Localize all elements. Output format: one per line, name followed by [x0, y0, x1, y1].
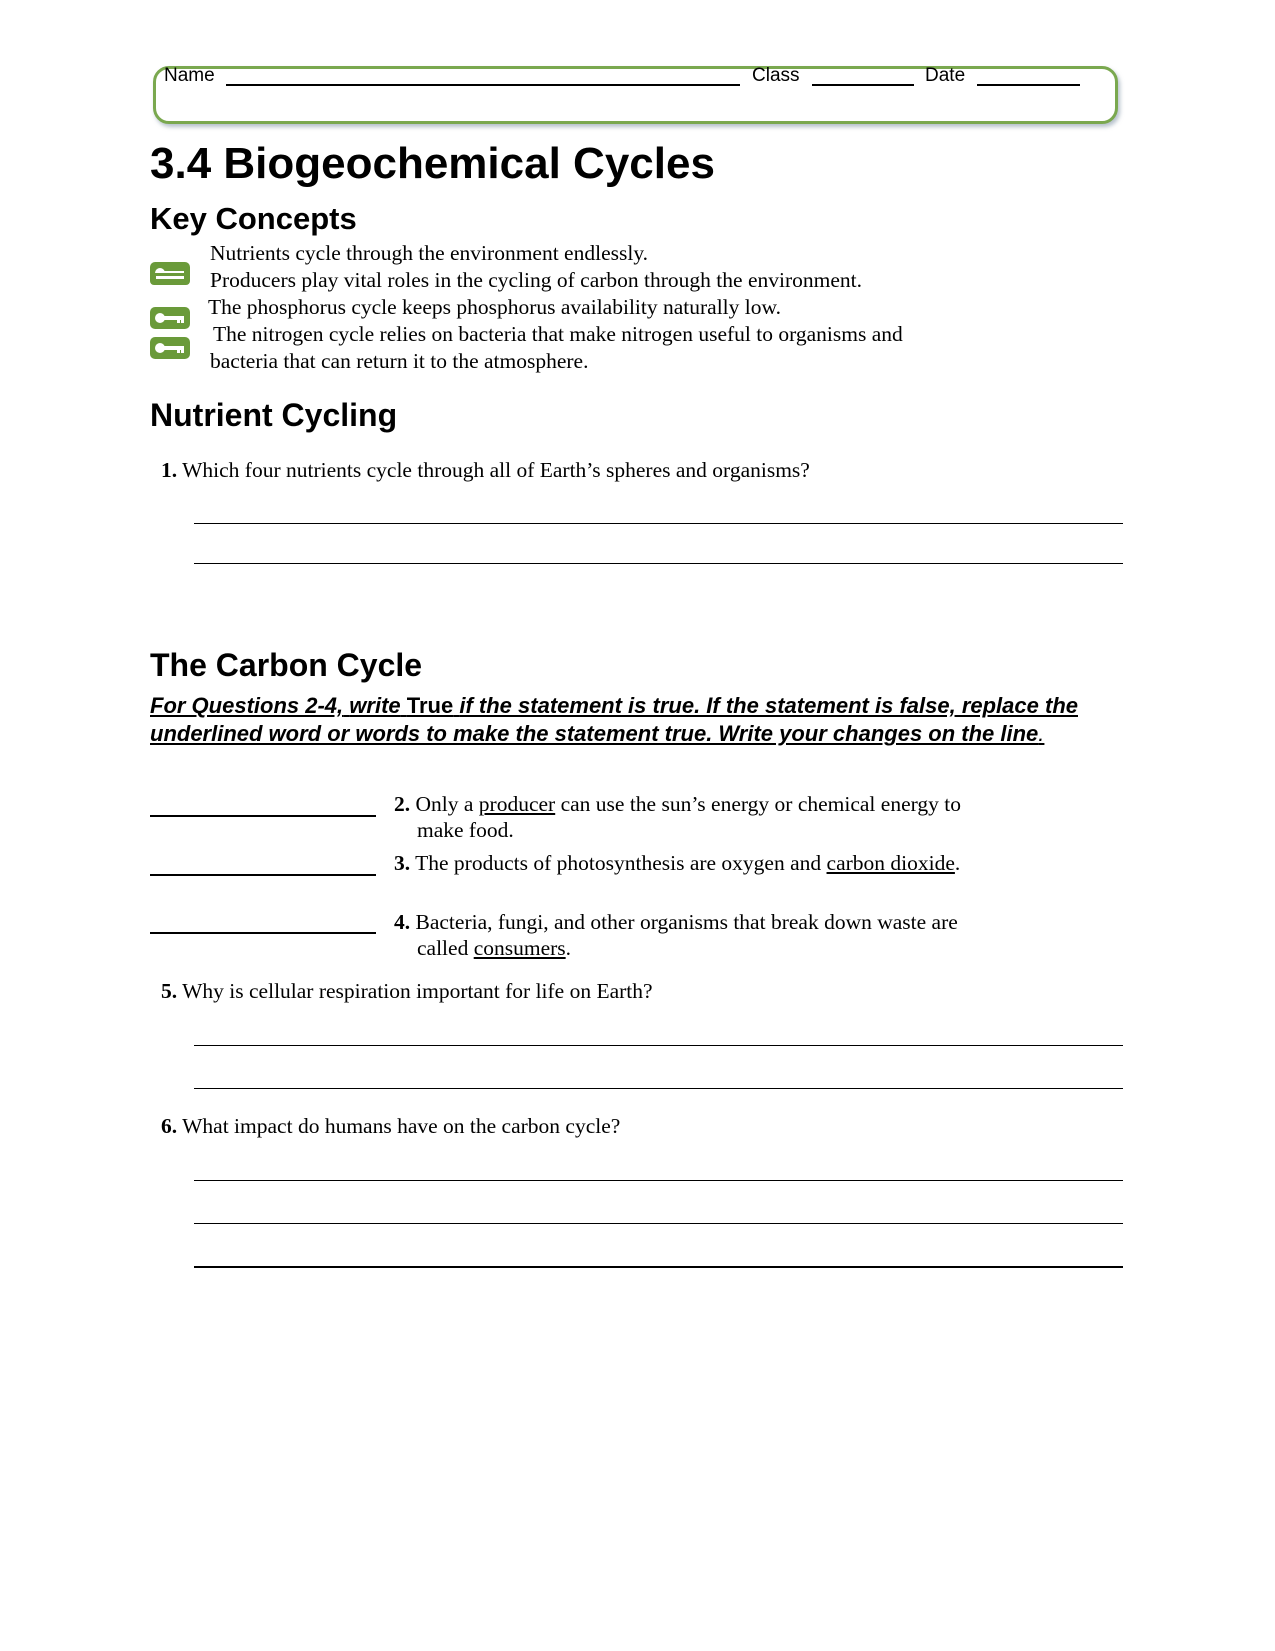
instructions-period: . [1038, 721, 1045, 746]
question-text: . [565, 936, 572, 960]
question-6: 6. What impact do humans have on the car… [161, 1113, 620, 1139]
question-text: Why is cellular respiration important fo… [182, 979, 653, 1003]
answer-line[interactable] [194, 1088, 1123, 1089]
answer-line[interactable] [194, 1180, 1123, 1181]
question-2: 2. Only a producer can use the sun’s ene… [394, 791, 961, 817]
question-text: Only a [415, 792, 479, 816]
question-2-cont: make food. [417, 818, 514, 842]
student-info-box [153, 66, 1118, 124]
question-number: 2. [394, 792, 411, 816]
answer-blank-4[interactable] [150, 932, 376, 934]
instructions-part: write [349, 693, 401, 718]
question-number: 4. [394, 910, 411, 934]
question-text: What impact do humans have on the carbon… [182, 1114, 621, 1138]
key-icon [150, 273, 190, 285]
question-1: 1. Which four nutrients cycle through al… [161, 457, 810, 483]
answer-blank-3[interactable] [150, 874, 376, 876]
underlined-term: consumers [473, 936, 566, 960]
answer-line[interactable] [194, 523, 1123, 524]
answer-line[interactable] [194, 1045, 1123, 1046]
instructions-true-word: True [406, 693, 454, 718]
key-concepts-heading: Key Concepts [150, 201, 357, 236]
page-title: 3.4 Biogeochemical Cycles [150, 139, 715, 188]
answer-line[interactable] [194, 1223, 1123, 1224]
question-text: Bacteria, fungi, and other organisms tha… [415, 910, 958, 934]
key-concept-3: The phosphorus cycle keeps phosphorus av… [208, 295, 782, 319]
instructions-part: For Questions 2-4, [150, 693, 344, 718]
answer-line[interactable] [194, 563, 1123, 564]
question-text: can use the sun’s energy or chemical ene… [555, 792, 961, 816]
key-concept-4-cont: bacteria that can return it to the atmos… [210, 349, 589, 373]
question-number: 1. [161, 458, 178, 482]
key-concept-4: The nitrogen cycle relies on bacteria th… [213, 322, 903, 346]
underlined-term: carbon dioxide [826, 851, 955, 875]
question-4: 4. Bacteria, fungi, and other organisms … [394, 909, 958, 935]
date-field[interactable] [977, 84, 1080, 86]
question-text: The products of photosynthesis are oxyge… [415, 851, 827, 875]
answer-line[interactable] [194, 1266, 1123, 1268]
question-text: called [417, 936, 474, 960]
name-label: Name [164, 65, 215, 86]
key-icon [150, 307, 190, 329]
key-icon [150, 337, 190, 359]
question-4-cont: called consumers. [417, 935, 571, 961]
nutrient-cycling-heading: Nutrient Cycling [150, 397, 398, 433]
key-concept-1: Nutrients cycle through the environment … [210, 241, 649, 265]
carbon-cycle-heading: The Carbon Cycle [150, 647, 423, 683]
class-label: Class [752, 65, 800, 86]
key-concept-2: Producers play vital roles in the cyclin… [210, 268, 862, 292]
instructions: For Questions 2-4, write True if the sta… [150, 692, 1120, 748]
question-text: . [954, 851, 961, 875]
name-field[interactable] [226, 84, 740, 86]
question-number: 6. [161, 1114, 178, 1138]
question-number: 5. [161, 979, 178, 1003]
answer-blank-2[interactable] [150, 815, 376, 817]
underlined-term: producer [478, 792, 556, 816]
question-3: 3. The products of photosynthesis are ox… [394, 850, 960, 876]
question-text: Which four nutrients cycle through all o… [182, 458, 810, 482]
question-5: 5. Why is cellular respiration important… [161, 978, 653, 1004]
question-number: 3. [394, 851, 411, 875]
class-field[interactable] [812, 84, 914, 86]
date-label: Date [925, 65, 966, 86]
